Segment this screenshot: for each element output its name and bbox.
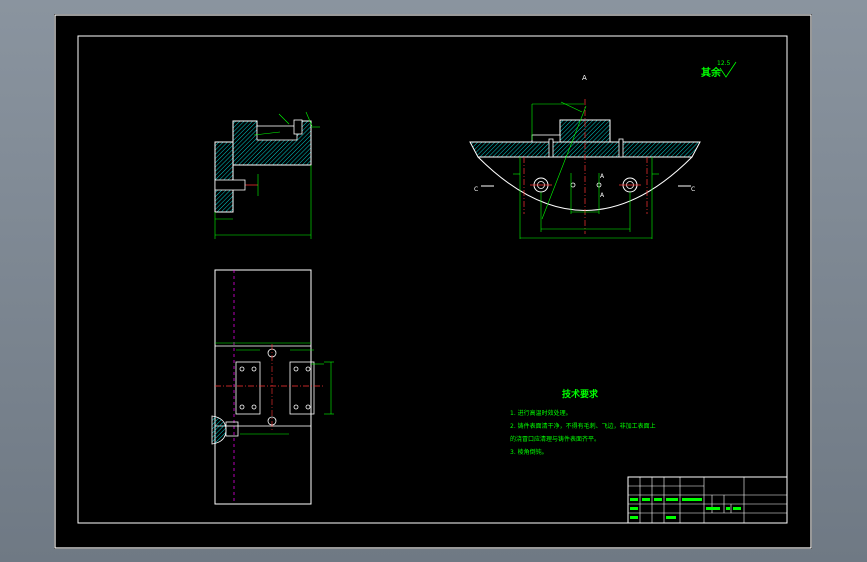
sheet-border	[54, 14, 812, 549]
cad-viewport[interactable]: A C C A A 其余 12.5 技术要求 1. 进行高温时效处理。 2. 铸…	[0, 0, 867, 562]
section-c-right-label: C	[691, 186, 695, 193]
tech-req-title: 技术要求	[562, 388, 599, 400]
tech-req-line: 的浇冒口应清理与铸件表面齐平。	[510, 435, 600, 443]
tech-req-line: 2. 铸件表面清干净，不得有毛刺、飞边，非加工表面上	[510, 422, 656, 430]
tech-req-line: 1. 进行高温时效处理。	[510, 409, 572, 417]
drawing-sheet: A C C A A 其余 12.5 技术要求 1. 进行高温时效处理。 2. 铸…	[54, 14, 812, 549]
roughness-symbol: 其余 12.5	[701, 60, 737, 79]
side-view	[214, 111, 320, 239]
drawing-frame	[77, 35, 788, 524]
front-view	[469, 99, 701, 239]
tech-req-line: 3. 棱角倒钝。	[510, 448, 548, 456]
roughness-label: 其余	[701, 66, 722, 79]
section-c-left-label: C	[474, 186, 478, 193]
title-block	[627, 476, 788, 524]
roughness-value: 12.5	[717, 60, 731, 67]
a-arrow-label-2: A	[600, 192, 605, 199]
section-mark-label: A	[582, 74, 587, 82]
top-view	[211, 269, 334, 505]
drawing-canvas: A C C A A 其余 12.5 技术要求 1. 进行高温时效处理。 2. 铸…	[54, 14, 812, 549]
a-arrow-label-1: A	[600, 173, 605, 180]
